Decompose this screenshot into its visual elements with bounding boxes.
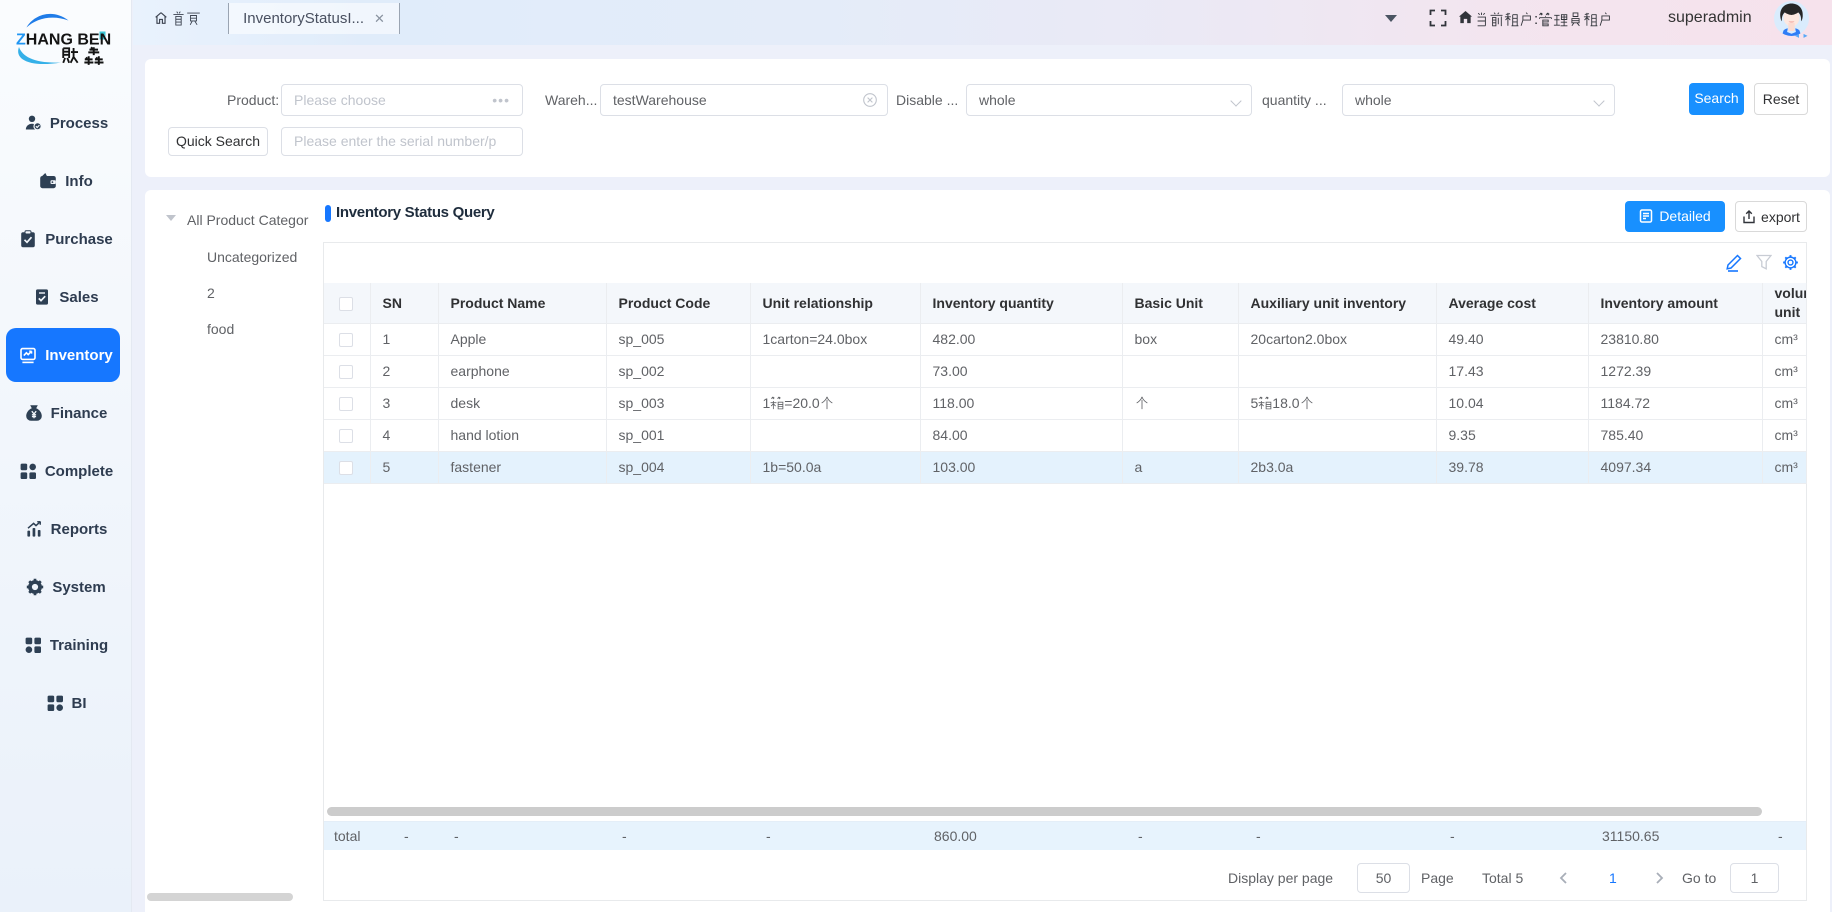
svg-text:ZHANG BEN: ZHANG BEN [16, 32, 111, 49]
